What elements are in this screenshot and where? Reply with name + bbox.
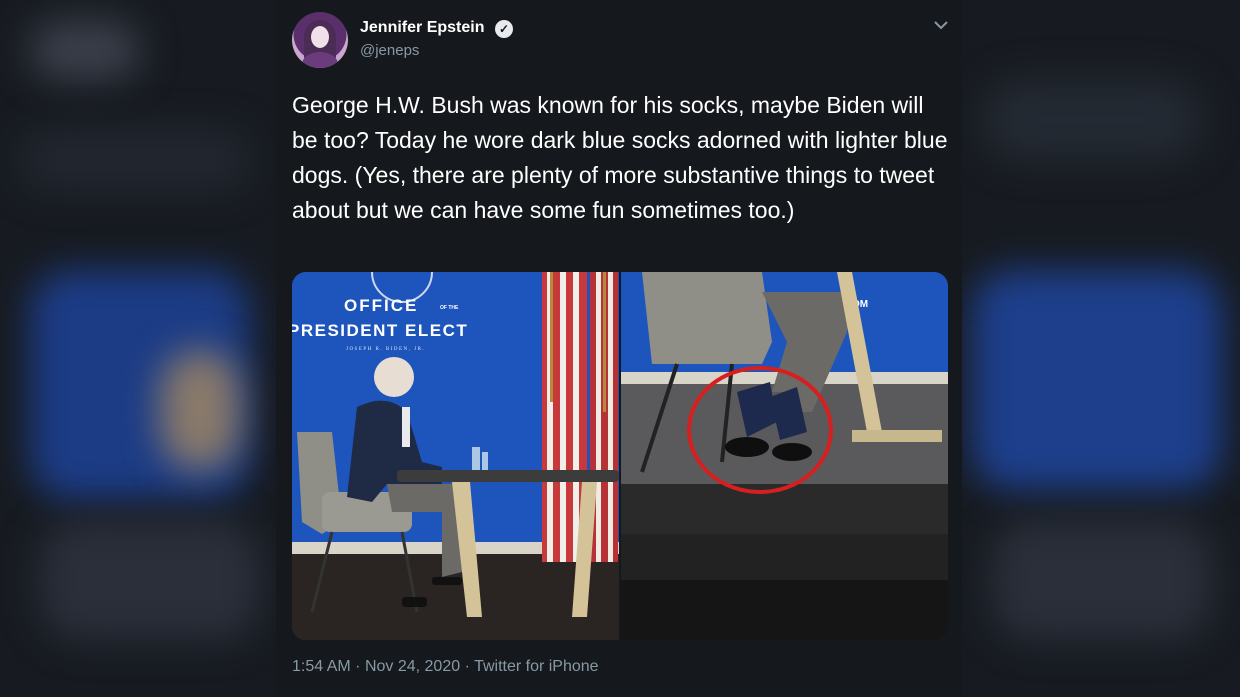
blurred-background-right xyxy=(962,0,1240,697)
author-handle[interactable]: @jeneps xyxy=(360,42,419,59)
banner-president-elect: PRESIDENT ELECT xyxy=(292,321,468,340)
tweet-media[interactable]: OFFICE OF THE PRESIDENT ELECT JOSEPH R. … xyxy=(292,272,948,640)
avatar[interactable] xyxy=(292,12,348,68)
blurred-background-left xyxy=(0,0,276,697)
tweet-card: Jennifer Epstein ✓ @jeneps George H.W. B… xyxy=(276,0,962,697)
tweet-footer: 1:54 AM · Nov 24, 2020 · Twitter for iPh… xyxy=(292,658,599,676)
footer-separator: · xyxy=(464,658,475,675)
banner-of-the: OF THE xyxy=(440,305,459,311)
banner-subtitle: JOSEPH R. BIDEN, JR. xyxy=(346,347,425,352)
tweet-source[interactable]: Twitter for iPhone xyxy=(474,658,599,675)
tweet-date[interactable]: Nov 24, 2020 xyxy=(365,658,460,675)
chevron-down-icon[interactable] xyxy=(930,14,952,36)
verified-badge-icon: ✓ xyxy=(495,20,513,38)
photo-right[interactable]: OM xyxy=(621,272,948,640)
tweet-time[interactable]: 1:54 AM xyxy=(292,658,351,675)
author-name[interactable]: Jennifer Epstein xyxy=(360,19,484,37)
banner-office: OFFICE xyxy=(344,296,418,315)
tweet-text: George H.W. Bush was known for his socks… xyxy=(292,92,948,223)
footer-separator: · xyxy=(355,658,365,675)
photo-left[interactable]: OFFICE OF THE PRESIDENT ELECT JOSEPH R. … xyxy=(292,272,619,640)
